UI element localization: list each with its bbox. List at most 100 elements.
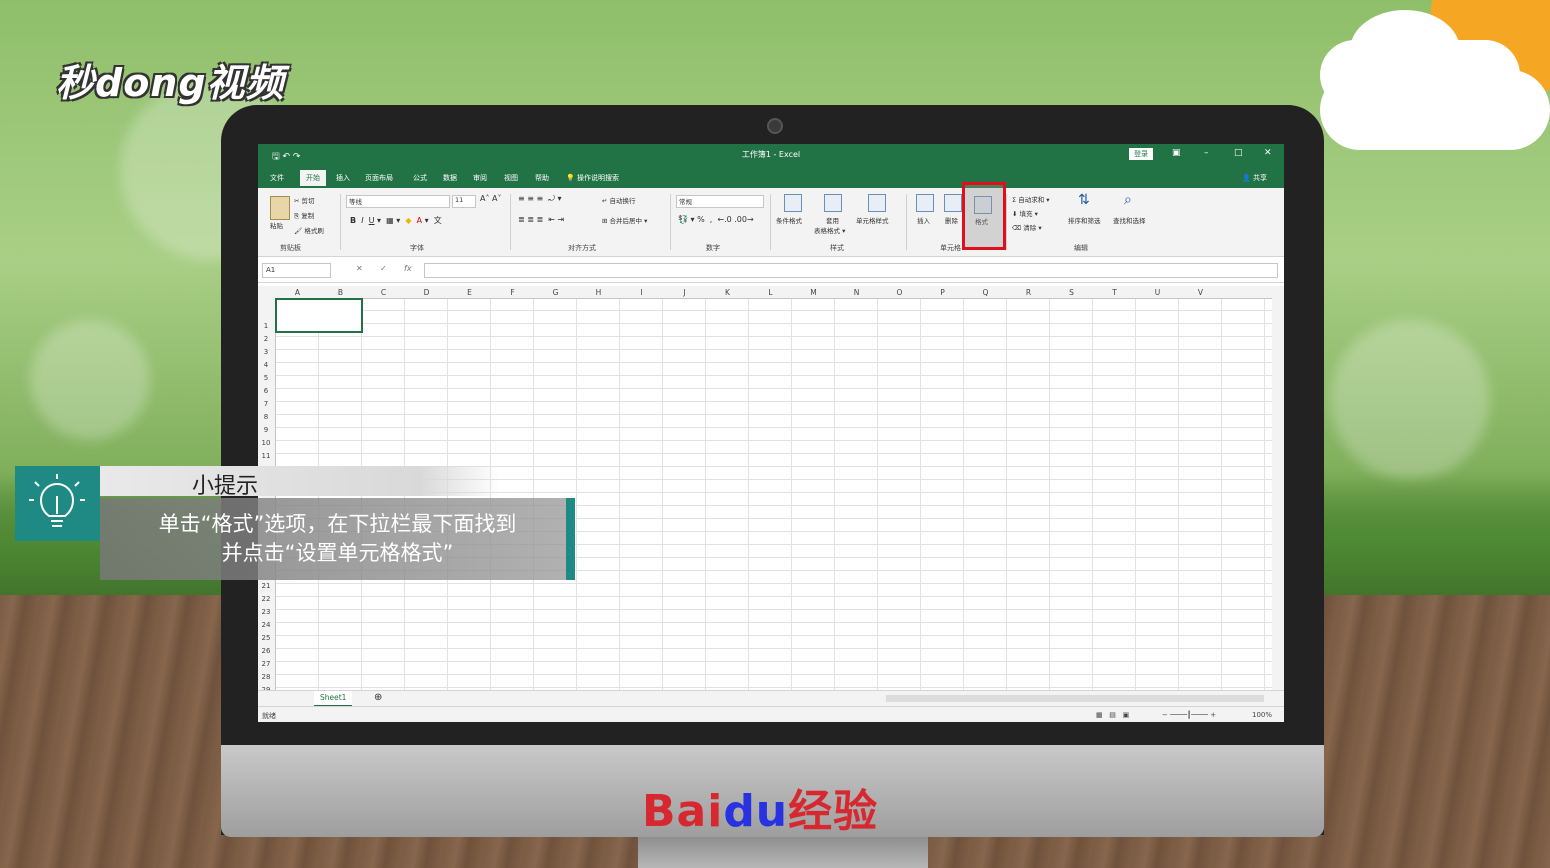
column-header[interactable]: V <box>1179 288 1222 297</box>
delete-cells-icon[interactable] <box>944 194 962 212</box>
autosum-button[interactable]: Σ 自动求和 ▾ <box>1012 194 1050 204</box>
enter-icon[interactable]: ✓ <box>380 264 387 273</box>
sort-filter-icon[interactable]: ⇅ <box>1078 192 1090 208</box>
conditional-format-icon[interactable] <box>784 194 802 212</box>
table-format-icon[interactable] <box>824 194 842 212</box>
tab-file[interactable]: 文件 <box>270 173 284 183</box>
tab-view[interactable]: 视图 <box>504 173 518 183</box>
delete-cells-button[interactable]: 删除 <box>945 215 958 225</box>
column-header[interactable]: K <box>706 288 749 297</box>
font-name-select[interactable]: 等线 <box>346 195 450 208</box>
tab-data[interactable]: 数据 <box>443 173 457 183</box>
tab-insert[interactable]: 插入 <box>336 173 350 183</box>
tell-me-search[interactable]: 💡 操作说明搜索 <box>566 173 619 183</box>
tab-help[interactable]: 帮助 <box>535 173 549 183</box>
paste-button[interactable]: 粘贴 <box>270 220 283 230</box>
wrap-text-button[interactable]: ↵ 自动换行 <box>602 195 636 205</box>
column-header[interactable]: F <box>491 288 534 297</box>
row-header[interactable]: 11 <box>258 452 274 460</box>
row-header[interactable]: 21 <box>258 582 274 590</box>
selected-cell-a1[interactable] <box>275 298 363 333</box>
tab-home[interactable]: 开始 <box>300 170 326 186</box>
zoom-slider[interactable]: − ────┃──── + <box>1162 711 1216 719</box>
vertical-align-icons[interactable]: ≡ ≡ ≡ ⤾ ▾ <box>518 194 562 204</box>
cut-button[interactable]: ✂ 剪切 <box>294 195 315 205</box>
row-header[interactable]: 8 <box>258 413 274 421</box>
tab-formulas[interactable]: 公式 <box>413 173 427 183</box>
row-header[interactable]: 24 <box>258 621 274 629</box>
column-header[interactable]: B <box>319 288 362 297</box>
column-header[interactable]: L <box>749 288 792 297</box>
row-header[interactable]: 26 <box>258 647 274 655</box>
row-header[interactable]: 25 <box>258 634 274 642</box>
maximize-icon[interactable]: □ <box>1234 148 1243 158</box>
bold-italic-underline-icons[interactable]: B I U ▾ ▦ ▾ ◆ A ▾ 文 <box>350 215 442 226</box>
clear-button[interactable]: ⌫ 清除 ▾ <box>1012 222 1042 232</box>
vertical-scrollbar[interactable] <box>1272 286 1284 690</box>
row-header[interactable]: 22 <box>258 595 274 603</box>
column-header[interactable]: A <box>276 288 319 297</box>
cell-styles-button[interactable]: 单元格样式 <box>856 215 889 225</box>
paste-icon[interactable] <box>270 196 290 220</box>
row-header[interactable]: 6 <box>258 387 274 395</box>
copy-button[interactable]: ⎘ 复制 <box>294 210 314 221</box>
login-button[interactable]: 登录 <box>1129 148 1153 160</box>
cancel-icon[interactable]: ✕ <box>356 264 363 273</box>
number-format-select[interactable]: 常规 <box>676 195 764 208</box>
column-header[interactable]: Q <box>964 288 1007 297</box>
column-header[interactable]: M <box>792 288 835 297</box>
column-header[interactable]: E <box>448 288 491 297</box>
column-header[interactable]: D <box>405 288 448 297</box>
sheet-tab-sheet1[interactable]: Sheet1 <box>314 691 353 707</box>
row-header[interactable]: 5 <box>258 374 274 382</box>
ribbon-display-icon[interactable]: ▣ <box>1172 148 1181 158</box>
column-header[interactable]: R <box>1007 288 1050 297</box>
fill-button[interactable]: ⬇ 填充 ▾ <box>1012 208 1038 218</box>
row-header[interactable]: 3 <box>258 348 274 356</box>
column-header[interactable]: C <box>362 288 405 297</box>
column-header[interactable]: N <box>835 288 878 297</box>
merge-center-button[interactable]: ⊞ 合并后居中 ▾ <box>602 215 647 225</box>
font-grow-shrink-icon[interactable]: A˄ A˅ <box>480 194 502 203</box>
add-sheet-icon[interactable]: ⊕ <box>374 692 382 703</box>
close-icon[interactable]: ✕ <box>1264 148 1272 158</box>
number-format-icons[interactable]: 💱 ▾ % , ←.0 .00→ <box>678 215 754 224</box>
formula-input[interactable] <box>424 263 1278 278</box>
insert-function-icon[interactable]: fx <box>404 264 412 273</box>
column-header[interactable]: P <box>921 288 964 297</box>
column-header[interactable]: G <box>534 288 577 297</box>
sort-filter-button[interactable]: 排序和筛选 <box>1068 215 1101 225</box>
column-header[interactable]: S <box>1050 288 1093 297</box>
column-header[interactable]: J <box>663 288 706 297</box>
minimize-icon[interactable]: – <box>1204 148 1209 158</box>
column-header[interactable]: O <box>878 288 921 297</box>
row-header[interactable]: 27 <box>258 660 274 668</box>
table-format-button-line1[interactable]: 套用 <box>826 215 839 225</box>
conditional-format-button[interactable]: 条件格式 <box>776 215 802 225</box>
row-header[interactable]: 4 <box>258 361 274 369</box>
cell-styles-icon[interactable] <box>868 194 886 212</box>
row-header[interactable]: 28 <box>258 673 274 681</box>
row-header[interactable]: 9 <box>258 426 274 434</box>
table-format-button-line2[interactable]: 表格格式 ▾ <box>814 225 845 235</box>
find-select-button[interactable]: 查找和选择 <box>1113 215 1146 225</box>
column-header[interactable]: H <box>577 288 620 297</box>
column-header[interactable]: U <box>1136 288 1179 297</box>
row-header[interactable]: 2 <box>258 335 274 343</box>
font-size-select[interactable]: 11 <box>452 195 476 208</box>
row-header[interactable]: 1 <box>258 322 274 330</box>
horizontal-scrollbar[interactable] <box>886 695 1264 702</box>
name-box[interactable]: A1 <box>262 263 331 278</box>
tab-page-layout[interactable]: 页面布局 <box>365 173 393 183</box>
format-painter-button[interactable]: 🖌 格式刷 <box>294 225 324 235</box>
row-header[interactable]: 7 <box>258 400 274 408</box>
insert-cells-button[interactable]: 插入 <box>917 215 930 225</box>
column-header[interactable]: I <box>620 288 663 297</box>
insert-cells-icon[interactable] <box>916 194 934 212</box>
row-header[interactable]: 23 <box>258 608 274 616</box>
row-header[interactable]: 10 <box>258 439 274 447</box>
tab-review[interactable]: 审阅 <box>473 173 487 183</box>
column-header[interactable]: T <box>1093 288 1136 297</box>
horizontal-align-icons[interactable]: ≣ ≣ ≣ ⇤ ⇥ <box>518 215 564 224</box>
share-button[interactable]: 👤 共享 <box>1242 173 1267 183</box>
